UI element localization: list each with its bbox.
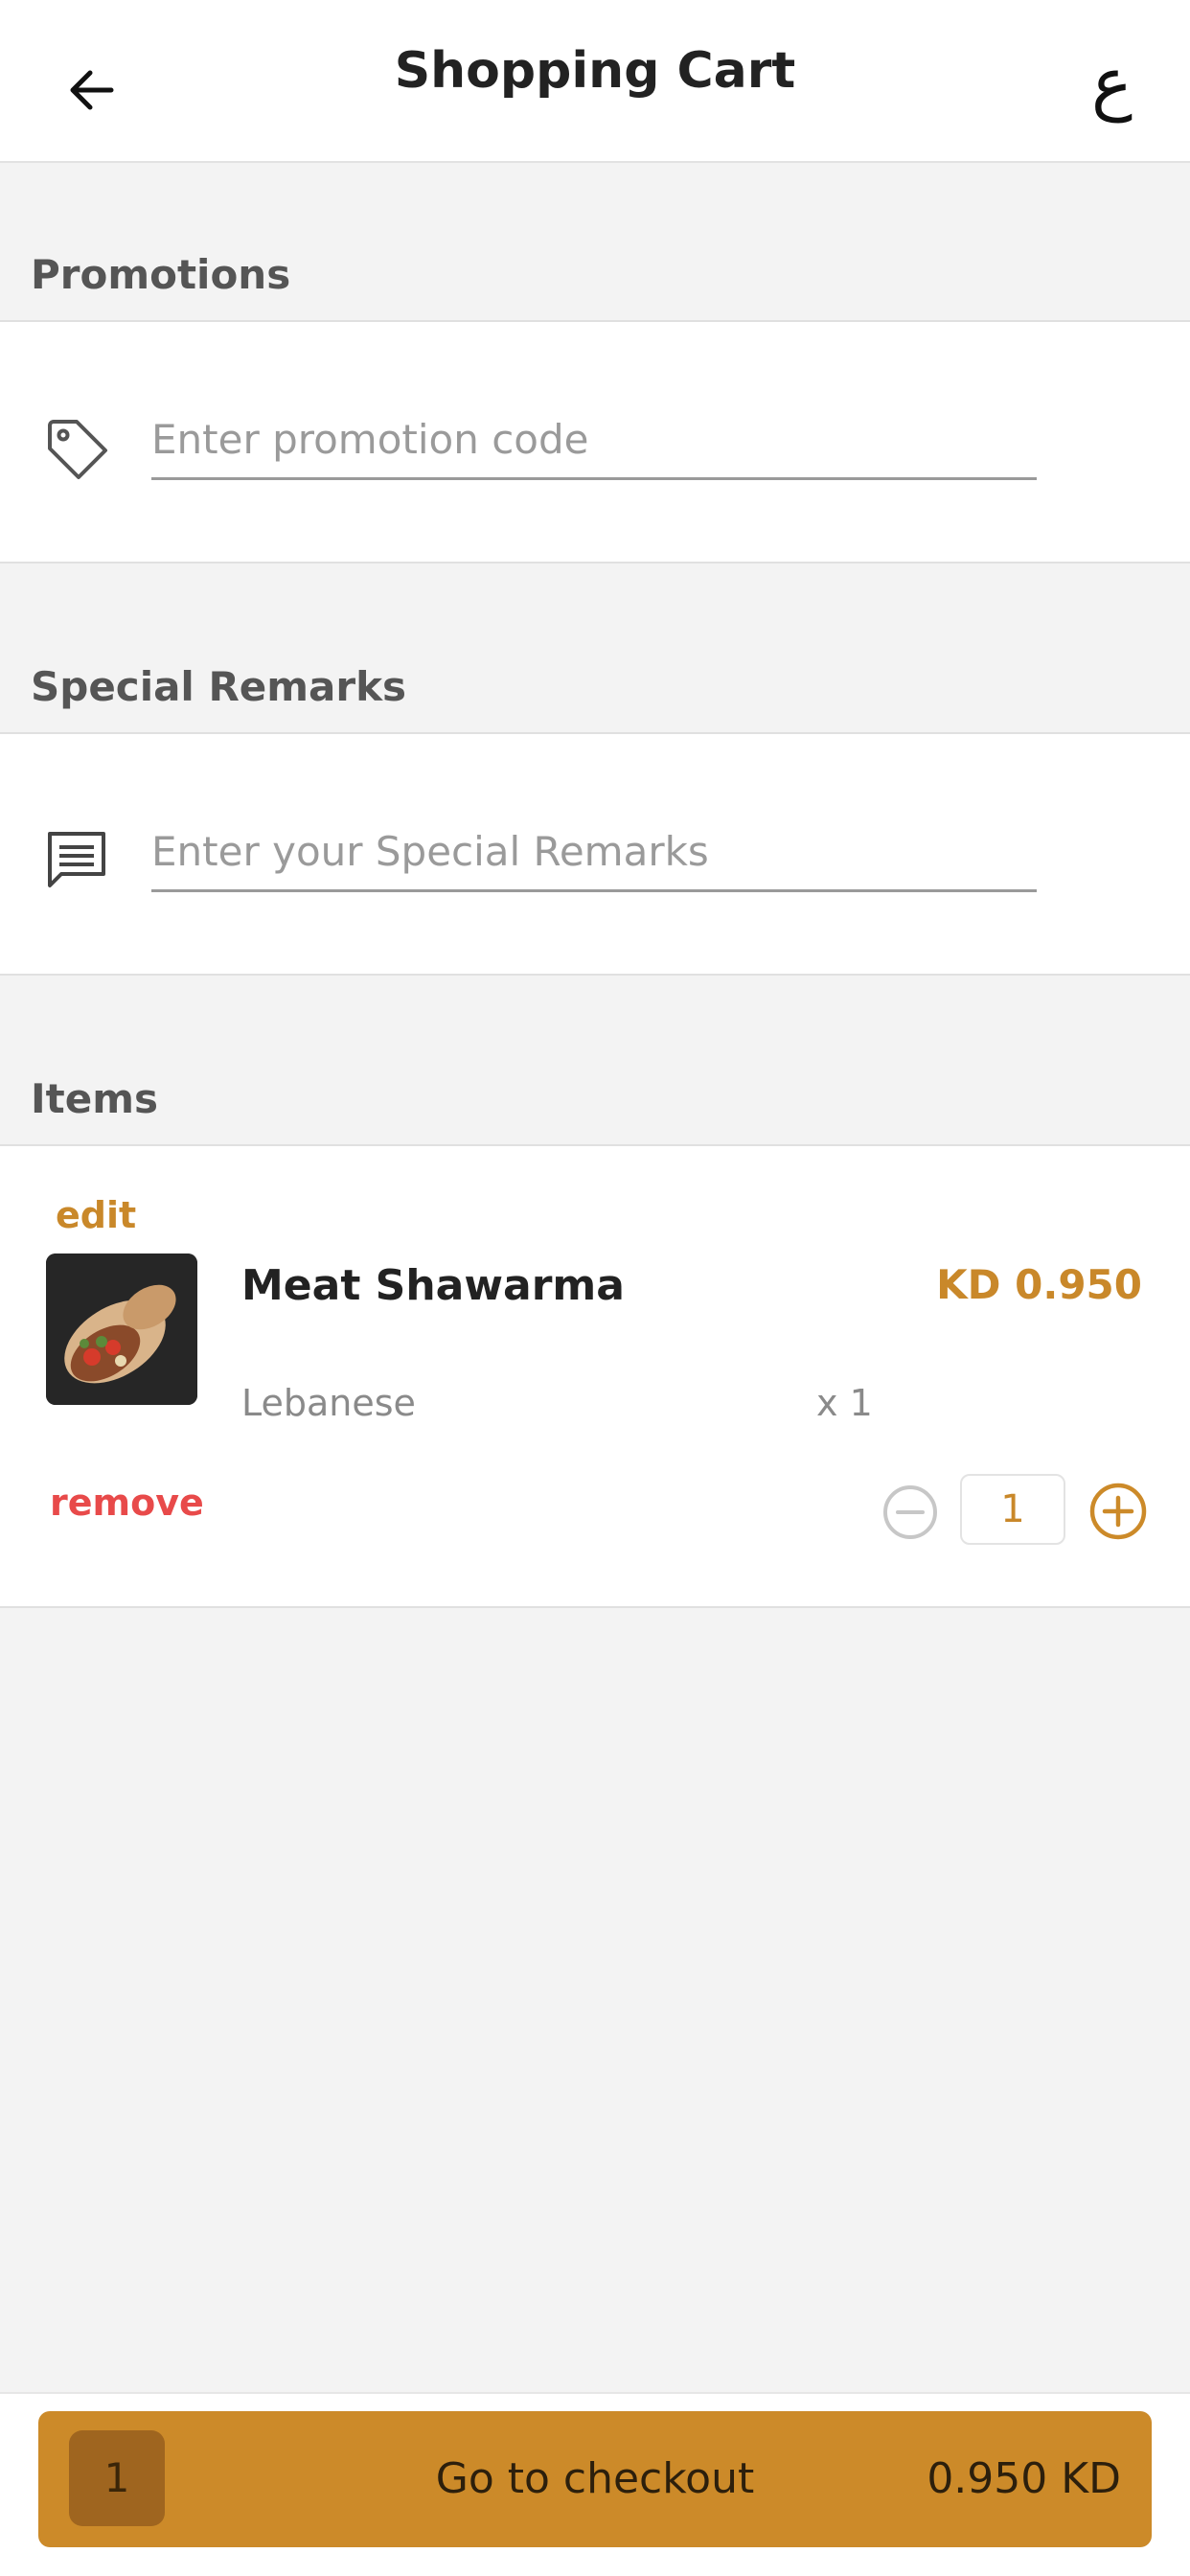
item-category: Lebanese — [241, 1382, 416, 1424]
promotion-code-input[interactable] — [151, 410, 1037, 480]
checkout-total: 0.950 KD — [927, 2454, 1121, 2503]
special-remarks-input[interactable] — [151, 822, 1037, 892]
language-toggle-button[interactable]: ع — [1091, 48, 1133, 117]
items-section-title: Items — [31, 1075, 158, 1122]
promotions-section-title: Promotions — [31, 251, 291, 298]
edit-item-link[interactable]: edit — [56, 1194, 136, 1236]
checkout-footer: 1 Go to checkout 0.950 KD — [0, 2392, 1190, 2576]
app-header: Shopping Cart ع — [0, 0, 1190, 163]
promotions-panel — [0, 320, 1190, 564]
special-remarks-panel — [0, 732, 1190, 976]
cart-item-row: edit Meat Shawarma KD 0.950 Lebanese x 1… — [0, 1144, 1190, 1608]
checkout-button[interactable]: 1 Go to checkout 0.950 KD — [38, 2411, 1152, 2547]
item-name: Meat Shawarma — [241, 1261, 625, 1310]
item-image — [46, 1254, 197, 1405]
message-icon — [48, 832, 105, 887]
item-quantity-label: x 1 — [816, 1382, 873, 1424]
decrease-quantity-icon[interactable] — [881, 1484, 939, 1541]
quantity-field[interactable]: 1 — [960, 1474, 1065, 1545]
page-title: Shopping Cart — [394, 42, 796, 100]
increase-quantity-icon[interactable] — [1088, 1482, 1148, 1541]
special-remarks-section-title: Special Remarks — [31, 663, 407, 710]
item-price: KD 0.950 — [936, 1261, 1142, 1308]
remove-item-link[interactable]: remove — [50, 1482, 204, 1524]
tag-icon — [48, 420, 107, 479]
